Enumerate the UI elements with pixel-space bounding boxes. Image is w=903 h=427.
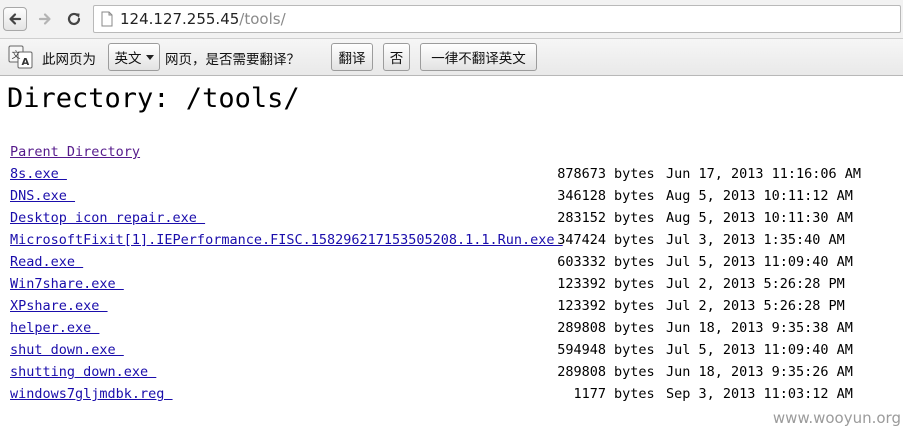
file-date: Jul 2, 2013 5:26:28 PM (666, 298, 845, 314)
file-date: Aug 5, 2013 10:11:30 AM (666, 210, 853, 226)
browser-toolbar: 124.127.255.45/tools/ (0, 0, 903, 39)
svg-text:A: A (22, 57, 30, 68)
back-button[interactable] (3, 7, 27, 31)
file-size-unit: bytes (614, 320, 655, 336)
file-size-unit: bytes (614, 342, 655, 358)
file-link[interactable]: helper.exe (10, 320, 99, 336)
parent-directory-row: Parent Directory (0, 144, 903, 166)
forward-button[interactable] (33, 7, 57, 31)
file-size: 1177 (573, 386, 606, 402)
chevron-down-icon (145, 54, 154, 60)
address-bar[interactable]: 124.127.255.45/tools/ (93, 5, 901, 33)
page-icon (101, 11, 113, 27)
file-date: Jul 5, 2013 11:09:40 AM (666, 254, 853, 270)
file-row: shut down.exe 594948 bytes Jul 5, 2013 11:… (0, 342, 903, 364)
parent-directory-link[interactable]: Parent Directory (10, 144, 140, 160)
file-date: Jun 17, 2013 11:16:06 AM (666, 166, 862, 182)
file-row: shutting down.exe 289808 bytes Jun 18, 201… (0, 364, 903, 386)
back-arrow-icon (9, 13, 22, 25)
file-size: 123392 (557, 298, 606, 314)
language-select[interactable]: 英文 (108, 43, 160, 71)
file-date: Jun 18, 2013 9:35:26 AM (666, 364, 853, 380)
file-size-unit: bytes (614, 276, 655, 292)
file-link[interactable]: shut down.exe (10, 342, 124, 358)
file-date: Jul 5, 2013 11:09:40 AM (666, 342, 853, 358)
file-size-unit: bytes (614, 166, 655, 182)
file-date: Jun 18, 2013 9:35:38 AM (666, 320, 853, 336)
file-link[interactable]: XPshare.exe (10, 298, 108, 314)
file-row: MicrosoftFixit[1].IEPerformance.FISC.158… (0, 232, 903, 254)
file-row: DNS.exe 346128 bytes Aug 5, 2013 10:11:12 … (0, 188, 903, 210)
page-title: Directory: /tools/ (7, 83, 300, 114)
file-size: 346128 (557, 188, 606, 204)
file-size: 289808 (557, 364, 606, 380)
translate-prefix-text: 此网页为 (42, 52, 96, 68)
file-size-unit: bytes (614, 210, 655, 226)
file-link[interactable]: Desktop icon repair.exe (10, 210, 205, 226)
file-size-unit: bytes (614, 232, 655, 248)
forward-arrow-icon (38, 13, 51, 25)
file-row: XPshare.exe 123392 bytes Jul 2, 2013 5:26:… (0, 298, 903, 320)
file-row: Desktop icon repair.exe 283152 bytes Aug 5… (0, 210, 903, 232)
reload-icon (67, 12, 81, 26)
url-host: 124.127.255.45 (120, 10, 240, 28)
file-size-unit: bytes (614, 386, 655, 402)
file-size-unit: bytes (614, 364, 655, 380)
file-date: Jul 2, 2013 5:26:28 PM (666, 276, 845, 292)
translate-infobar: 文 A 此网页为 英文 网页，是否需要翻译？ 翻译 否 一律不翻译英文 (0, 39, 903, 76)
watermark: www.wooyun.org (772, 409, 901, 427)
translate-icon: 文 A (8, 45, 33, 69)
file-row: Win7share.exe 123392 bytes Jul 2, 2013 5:2… (0, 276, 903, 298)
file-row: Read.exe 603332 bytes Jul 5, 2013 11:09:40… (0, 254, 903, 276)
url-path: /tools/ (239, 10, 286, 28)
translate-question-text: 网页，是否需要翻译？ (165, 52, 300, 68)
file-row: 8s.exe 878673 bytes Jun 17, 2013 11:16:06 … (0, 166, 903, 188)
file-size: 878673 (557, 166, 606, 182)
file-size-unit: bytes (614, 254, 655, 270)
file-link[interactable]: shutting down.exe (10, 364, 156, 380)
file-date: Aug 5, 2013 10:11:12 AM (666, 188, 853, 204)
never-translate-button[interactable]: 一律不翻译英文 (420, 43, 537, 71)
file-link[interactable]: MicrosoftFixit[1].IEPerformance.FISC.158… (10, 232, 563, 248)
file-date: Jul 3, 2013 1:35:40 AM (666, 232, 845, 248)
file-size: 289808 (557, 320, 606, 336)
file-size: 283152 (557, 210, 606, 226)
file-link[interactable]: DNS.exe (10, 188, 75, 204)
file-size-unit: bytes (614, 188, 655, 204)
file-size: 123392 (557, 276, 606, 292)
no-translate-button[interactable]: 否 (383, 43, 410, 71)
file-size-unit: bytes (614, 298, 655, 314)
file-row: helper.exe 289808 bytes Jun 18, 2013 9:35:… (0, 320, 903, 342)
file-link[interactable]: Read.exe (10, 254, 83, 270)
file-link[interactable]: windows7gljmdbk.reg (10, 386, 173, 402)
file-size: 603332 (557, 254, 606, 270)
file-link[interactable]: Win7share.exe (10, 276, 124, 292)
file-size: 594948 (557, 342, 606, 358)
reload-button[interactable] (62, 7, 86, 31)
language-select-label: 英文 (114, 51, 142, 67)
file-date: Sep 3, 2013 11:03:12 AM (666, 386, 853, 402)
file-row: windows7gljmdbk.reg 1177 bytes Sep 3, 2013… (0, 386, 903, 408)
url-text: 124.127.255.45/tools/ (120, 10, 286, 28)
svg-text:文: 文 (12, 49, 21, 61)
translate-button[interactable]: 翻译 (331, 43, 373, 71)
file-link[interactable]: 8s.exe (10, 166, 67, 182)
file-size: 347424 (557, 232, 606, 248)
